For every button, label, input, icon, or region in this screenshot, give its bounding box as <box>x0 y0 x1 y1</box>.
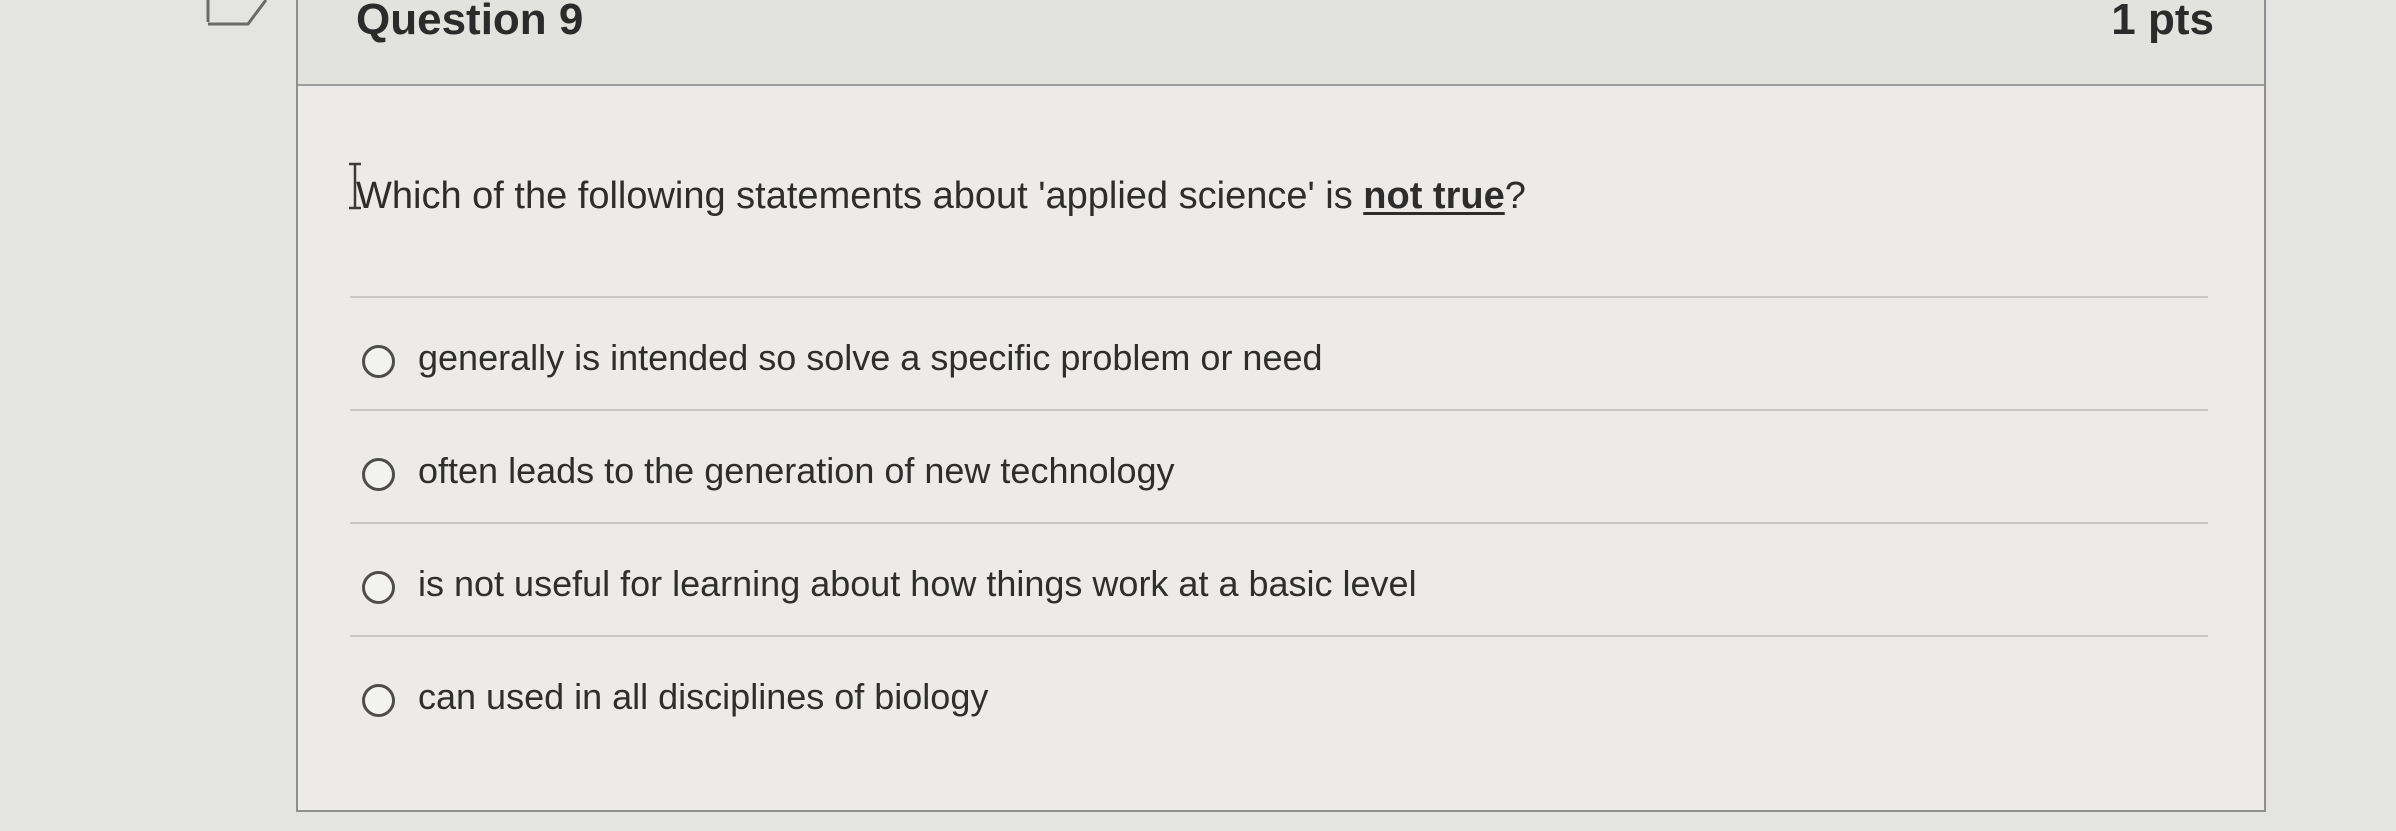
bookmark-flag-icon[interactable] <box>206 0 276 32</box>
answer-label[interactable]: generally is intended so solve a specifi… <box>418 336 1323 380</box>
answer-option[interactable]: often leads to the generation of new tec… <box>350 409 2208 522</box>
radio-button[interactable] <box>362 345 395 378</box>
points-value: 1 pts <box>2111 0 2214 44</box>
answer-label[interactable]: often leads to the generation of new tec… <box>418 449 1175 493</box>
radio-button[interactable] <box>362 571 395 604</box>
answer-label[interactable]: can used in all disciplines of biology <box>418 675 988 719</box>
prompt-end: ? <box>1504 175 1526 217</box>
answer-option[interactable]: generally is intended so solve a specifi… <box>350 296 2208 409</box>
answer-label[interactable]: is not useful for learning about how thi… <box>418 562 1417 606</box>
answer-list: generally is intended so solve a specifi… <box>350 296 2208 748</box>
question-header: Question 9 1 pts <box>298 0 2264 86</box>
answer-option[interactable]: is not useful for learning about how thi… <box>350 522 2208 635</box>
question-prompt: Which of the following statements about … <box>356 174 1526 218</box>
prompt-text: Which of the following statements about … <box>356 175 1364 217</box>
radio-button[interactable] <box>362 684 395 717</box>
question-card: Question 9 1 pts Which of the following … <box>296 0 2266 812</box>
answer-option[interactable]: can used in all disciplines of biology <box>350 635 2208 748</box>
prompt-emphasis: not true <box>1363 175 1505 217</box>
question-body: Which of the following statements about … <box>298 86 2264 806</box>
radio-button[interactable] <box>362 458 395 491</box>
question-title: Question 9 <box>356 0 584 44</box>
